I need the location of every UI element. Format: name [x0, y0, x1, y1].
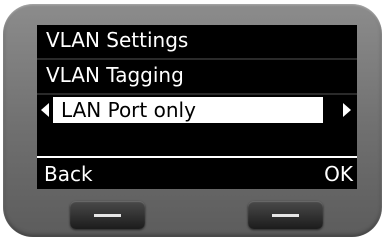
divider — [37, 93, 357, 95]
chevron-left-icon[interactable] — [41, 103, 49, 117]
lcd-screen: VLAN Settings VLAN Tagging LAN Port only… — [37, 25, 357, 189]
minus-icon — [272, 214, 299, 217]
divider — [37, 58, 357, 60]
screen-title: VLAN Settings — [46, 28, 189, 52]
back-softkey-label[interactable]: Back — [44, 160, 93, 188]
selected-option[interactable]: LAN Port only — [53, 97, 323, 123]
left-display-key-button[interactable] — [70, 201, 145, 229]
minus-icon — [94, 214, 121, 217]
value-selector[interactable]: LAN Port only — [37, 97, 357, 123]
softkey-bar: Back OK — [37, 156, 357, 188]
field-label: VLAN Tagging — [46, 63, 184, 87]
phone-display-panel: VLAN Settings VLAN Tagging LAN Port only… — [3, 4, 382, 237]
right-display-key-button[interactable] — [248, 201, 323, 229]
chevron-right-icon[interactable] — [343, 103, 351, 117]
selected-option-label: LAN Port only — [61, 98, 196, 122]
ok-softkey-label[interactable]: OK — [324, 160, 353, 188]
